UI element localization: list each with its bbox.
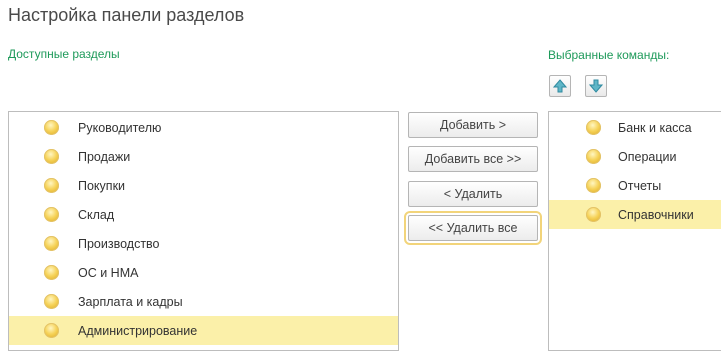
bulb-icon [586,207,601,222]
list-item[interactable]: Банк и касса [549,113,721,142]
list-item[interactable]: Покупки [9,171,398,200]
window-title: Настройка панели разделов [8,5,245,25]
bulb-icon [586,178,601,193]
add-all-button[interactable]: Добавить все >> [408,146,538,172]
bulb-icon [44,294,59,309]
list-item-label: Зарплата и кадры [78,294,183,309]
remove-all-button[interactable]: << Удалить все [404,211,542,245]
bulb-icon [44,265,59,280]
list-item-label: Производство [78,236,160,251]
selected-commands-list[interactable]: Банк и касса Операции Отчеты Справочники [548,111,721,351]
bulb-icon [44,207,59,222]
list-item[interactable]: Отчеты [549,171,721,200]
list-item-label: Продажи [78,149,131,164]
selected-commands-label: Выбранные команды: [548,48,670,62]
list-item-label: Руководителю [78,120,162,135]
available-sections-list[interactable]: Руководителю Продажи Покупки Склад Произ… [8,111,399,351]
list-item-selected[interactable]: Администрирование [9,316,398,345]
list-item[interactable]: Склад [9,200,398,229]
list-item-label: Отчеты [618,178,662,193]
list-item[interactable]: Зарплата и кадры [9,287,398,316]
list-item-label: Справочники [618,207,694,222]
bulb-icon [44,236,59,251]
move-down-button[interactable] [585,75,607,97]
bulb-icon [44,178,59,193]
list-item[interactable]: Продажи [9,142,398,171]
bulb-icon [44,323,59,338]
bulb-icon [586,149,601,164]
list-item-label: Склад [78,207,115,222]
list-item-label: Операции [618,149,677,164]
list-item-label: Администрирование [78,323,198,338]
list-item-selected[interactable]: Справочники [549,200,721,229]
move-up-button[interactable] [549,75,571,97]
list-item-label: ОС и НМА [78,265,139,280]
arrow-down-icon [589,79,603,93]
list-item[interactable]: Производство [9,229,398,258]
add-button[interactable]: Добавить > [408,112,538,138]
remove-button[interactable]: < Удалить [408,181,538,207]
bulb-icon [586,120,601,135]
list-item[interactable]: Операции [549,142,721,171]
bulb-icon [44,149,59,164]
arrow-up-icon [553,79,567,93]
list-item-label: Покупки [78,178,126,193]
available-sections-label: Доступные разделы [8,47,120,61]
list-item[interactable]: Руководителю [9,113,398,142]
list-item[interactable]: ОС и НМА [9,258,398,287]
list-item-label: Банк и касса [618,120,692,135]
bulb-icon [44,120,59,135]
